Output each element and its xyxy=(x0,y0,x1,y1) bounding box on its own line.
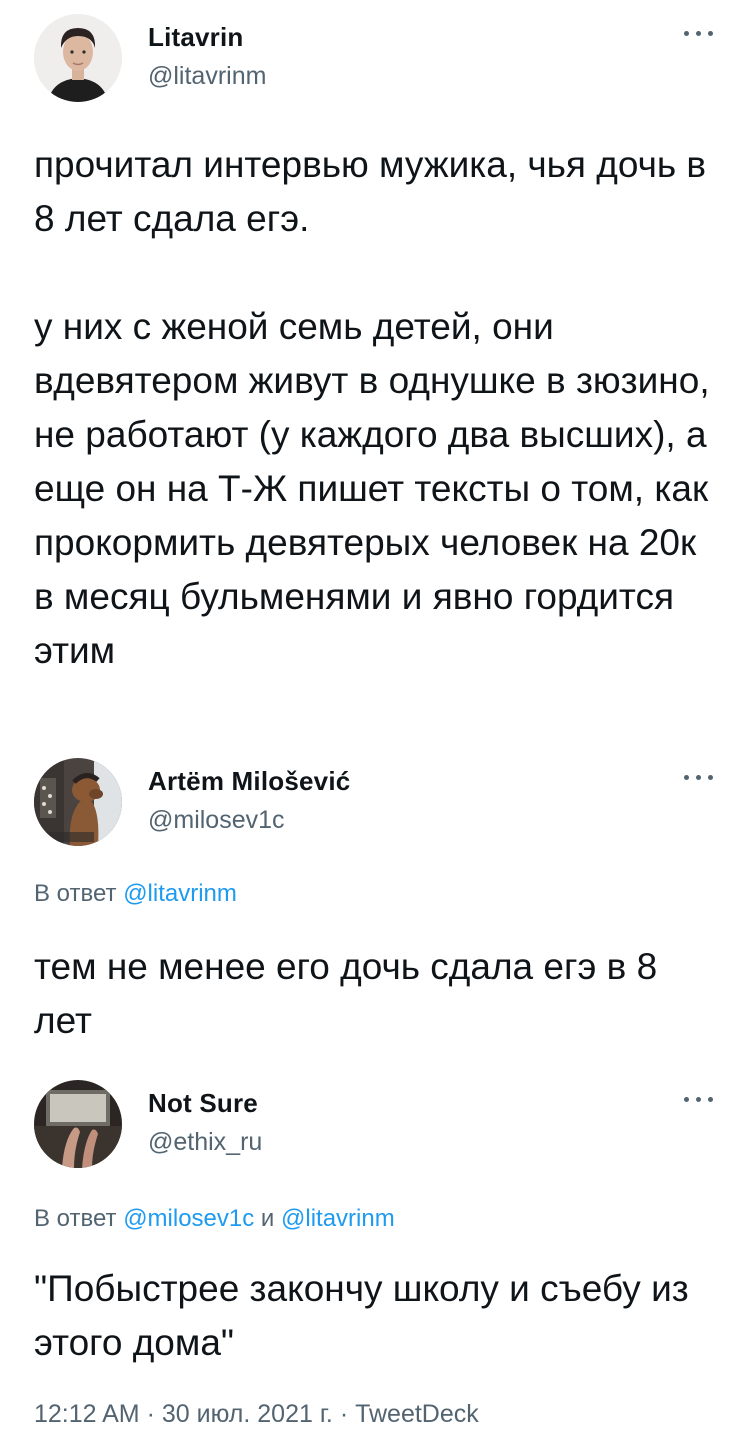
tweet-metadata: 12:12 AM · 30 июл. 2021 г. · TweetDeck xyxy=(34,1400,479,1429)
avatar-litavrin[interactable] xyxy=(34,14,122,102)
mention-link[interactable]: @milosev1c xyxy=(123,1205,254,1232)
reply-context: В ответ @litavrinm xyxy=(34,880,237,908)
display-name[interactable]: Litavrin xyxy=(148,22,244,53)
reply-prefix: В ответ xyxy=(34,880,117,907)
tweet-text: тем не менее его дочь сдала егэ в 8 лет xyxy=(34,946,658,1041)
avatar-artem-milosevic[interactable] xyxy=(34,758,122,846)
more-horizontal-icon[interactable] xyxy=(682,1094,716,1104)
tweet-2-header: Artëm Milošević @milosev1c xyxy=(34,758,716,846)
tweet-text: прочитал интервью мужика, чья дочь в 8 л… xyxy=(34,144,710,671)
tweet-source[interactable]: TweetDeck xyxy=(355,1400,479,1428)
tweet-1-header: Litavrin @litavrinm xyxy=(34,14,716,102)
meta-separator: · xyxy=(339,1400,349,1428)
user-handle[interactable]: @litavrinm xyxy=(148,62,266,91)
more-horizontal-icon[interactable] xyxy=(682,772,716,782)
tweet-date[interactable]: 30 июл. 2021 г. xyxy=(162,1400,333,1428)
reply-joiner: и xyxy=(260,1205,275,1232)
avatar-not-sure[interactable] xyxy=(34,1080,122,1168)
user-handle[interactable]: @ethix_ru xyxy=(148,1128,262,1157)
more-horizontal-icon[interactable] xyxy=(682,28,716,38)
reply-context: В ответ @milosev1c и @litavrinm xyxy=(34,1205,395,1233)
display-name[interactable]: Not Sure xyxy=(148,1088,258,1119)
tweet-time[interactable]: 12:12 AM xyxy=(34,1400,140,1428)
mention-link[interactable]: @litavrinm xyxy=(281,1205,395,1232)
meta-separator: · xyxy=(146,1400,155,1428)
mention-link[interactable]: @litavrinm xyxy=(123,880,237,907)
tweet-text: "Побыстрее закончу школу и съебу из этог… xyxy=(34,1268,689,1363)
reply-prefix: В ответ xyxy=(34,1205,117,1232)
display-name[interactable]: Artëm Milošević xyxy=(148,766,350,797)
tweet-3-header: Not Sure @ethix_ru xyxy=(34,1080,716,1168)
user-handle[interactable]: @milosev1c xyxy=(148,806,285,835)
